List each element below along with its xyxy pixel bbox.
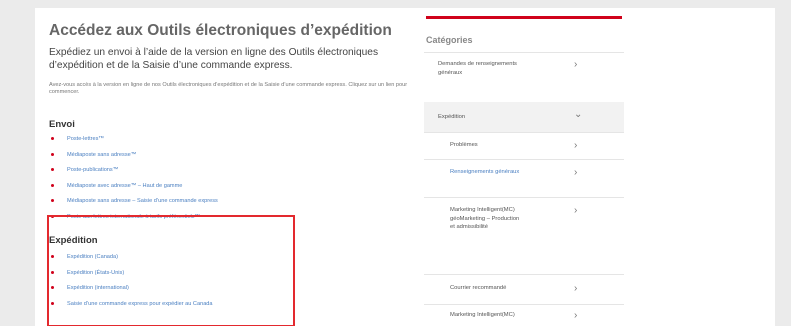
sidebar-item-label: Expédition	[438, 114, 466, 120]
sidebar-item-label: Marketing Intelligent(MC)	[450, 312, 515, 318]
highlight-box	[47, 215, 295, 326]
chevron-down-icon: ⌄	[574, 109, 583, 120]
divider	[424, 52, 624, 53]
bullet-icon	[51, 199, 54, 202]
bullet-icon	[51, 168, 54, 171]
chevron-right-icon: ›	[574, 283, 578, 294]
chevron-right-icon: ›	[574, 310, 578, 321]
list-item: Poste-publications™	[49, 166, 218, 182]
sidebar-item-general-inquiries[interactable]: Demandes de renseignements généraux ›	[424, 60, 624, 100]
page: Accédez aux Outils électroniques d’expéd…	[35, 8, 775, 326]
sidebar-item-label: Problèmes	[450, 142, 478, 148]
sidebar-item-registered-mail[interactable]: Courrier recommandé ›	[424, 284, 624, 302]
divider	[424, 274, 624, 275]
bullet-icon	[51, 137, 54, 140]
sidebar-item-smartmail[interactable]: Marketing Intelligent(MC) ›	[424, 311, 624, 326]
sidebar-item-shipping[interactable]: Expédition ⌄	[424, 102, 624, 132]
sidebar-item-problems[interactable]: Problèmes ›	[424, 141, 624, 159]
list-item: Poste-lettres™	[49, 135, 218, 151]
sidebar-item-general-info[interactable]: Renseignements généraux ›	[424, 168, 624, 194]
bullet-icon	[51, 183, 54, 187]
chevron-right-icon: ›	[574, 205, 578, 216]
sidebar-item-label: Marketing Intelligent(MC) géoMarketing –…	[450, 207, 520, 230]
chevron-right-icon: ›	[574, 140, 578, 151]
link-unaddressed-admail-express[interactable]: Médiaposte sans adresse – Saisie d’une c…	[67, 198, 218, 204]
sidebar-item-label: Courrier recommandé	[450, 285, 507, 291]
link-addressed-admail-premium[interactable]: Médiaposte avec adresse™ – Haut de gamme	[67, 183, 182, 189]
list-item: Médiaposte sans adresse – Saisie d’une c…	[49, 197, 218, 213]
list-item: Médiaposte avec adresse™ – Haut de gamme	[49, 182, 218, 198]
divider	[424, 197, 624, 198]
divider	[424, 304, 624, 305]
bullet-icon	[51, 152, 54, 156]
sidebar-item-smartmail-geo[interactable]: Marketing Intelligent(MC) géoMarketing –…	[424, 206, 624, 261]
section-heading-envoi: Envoi	[49, 119, 75, 130]
sidebar-item-label: Demandes de renseignements généraux	[438, 61, 517, 76]
page-subtitle: Expédiez un envoi à l’aide de la version…	[49, 47, 379, 71]
sidebar-title: Catégories	[426, 35, 473, 45]
link-lettermail[interactable]: Poste-lettres™	[67, 136, 104, 142]
page-title: Accédez aux Outils électroniques d’expéd…	[49, 22, 392, 39]
link-unaddressed-admail[interactable]: Médiaposte sans adresse™	[67, 152, 136, 158]
accent-bar	[426, 16, 622, 19]
link-publications-mail[interactable]: Poste-publications™	[67, 167, 118, 173]
sidebar-item-label: Renseignements généraux	[450, 169, 520, 175]
divider	[424, 159, 624, 160]
chevron-right-icon: ›	[574, 59, 578, 70]
divider	[424, 132, 624, 133]
list-item: Médiaposte sans adresse™	[49, 151, 218, 167]
intro-text: Avez-vous accès à la version en ligne de…	[49, 82, 408, 95]
chevron-right-icon: ›	[574, 167, 578, 178]
